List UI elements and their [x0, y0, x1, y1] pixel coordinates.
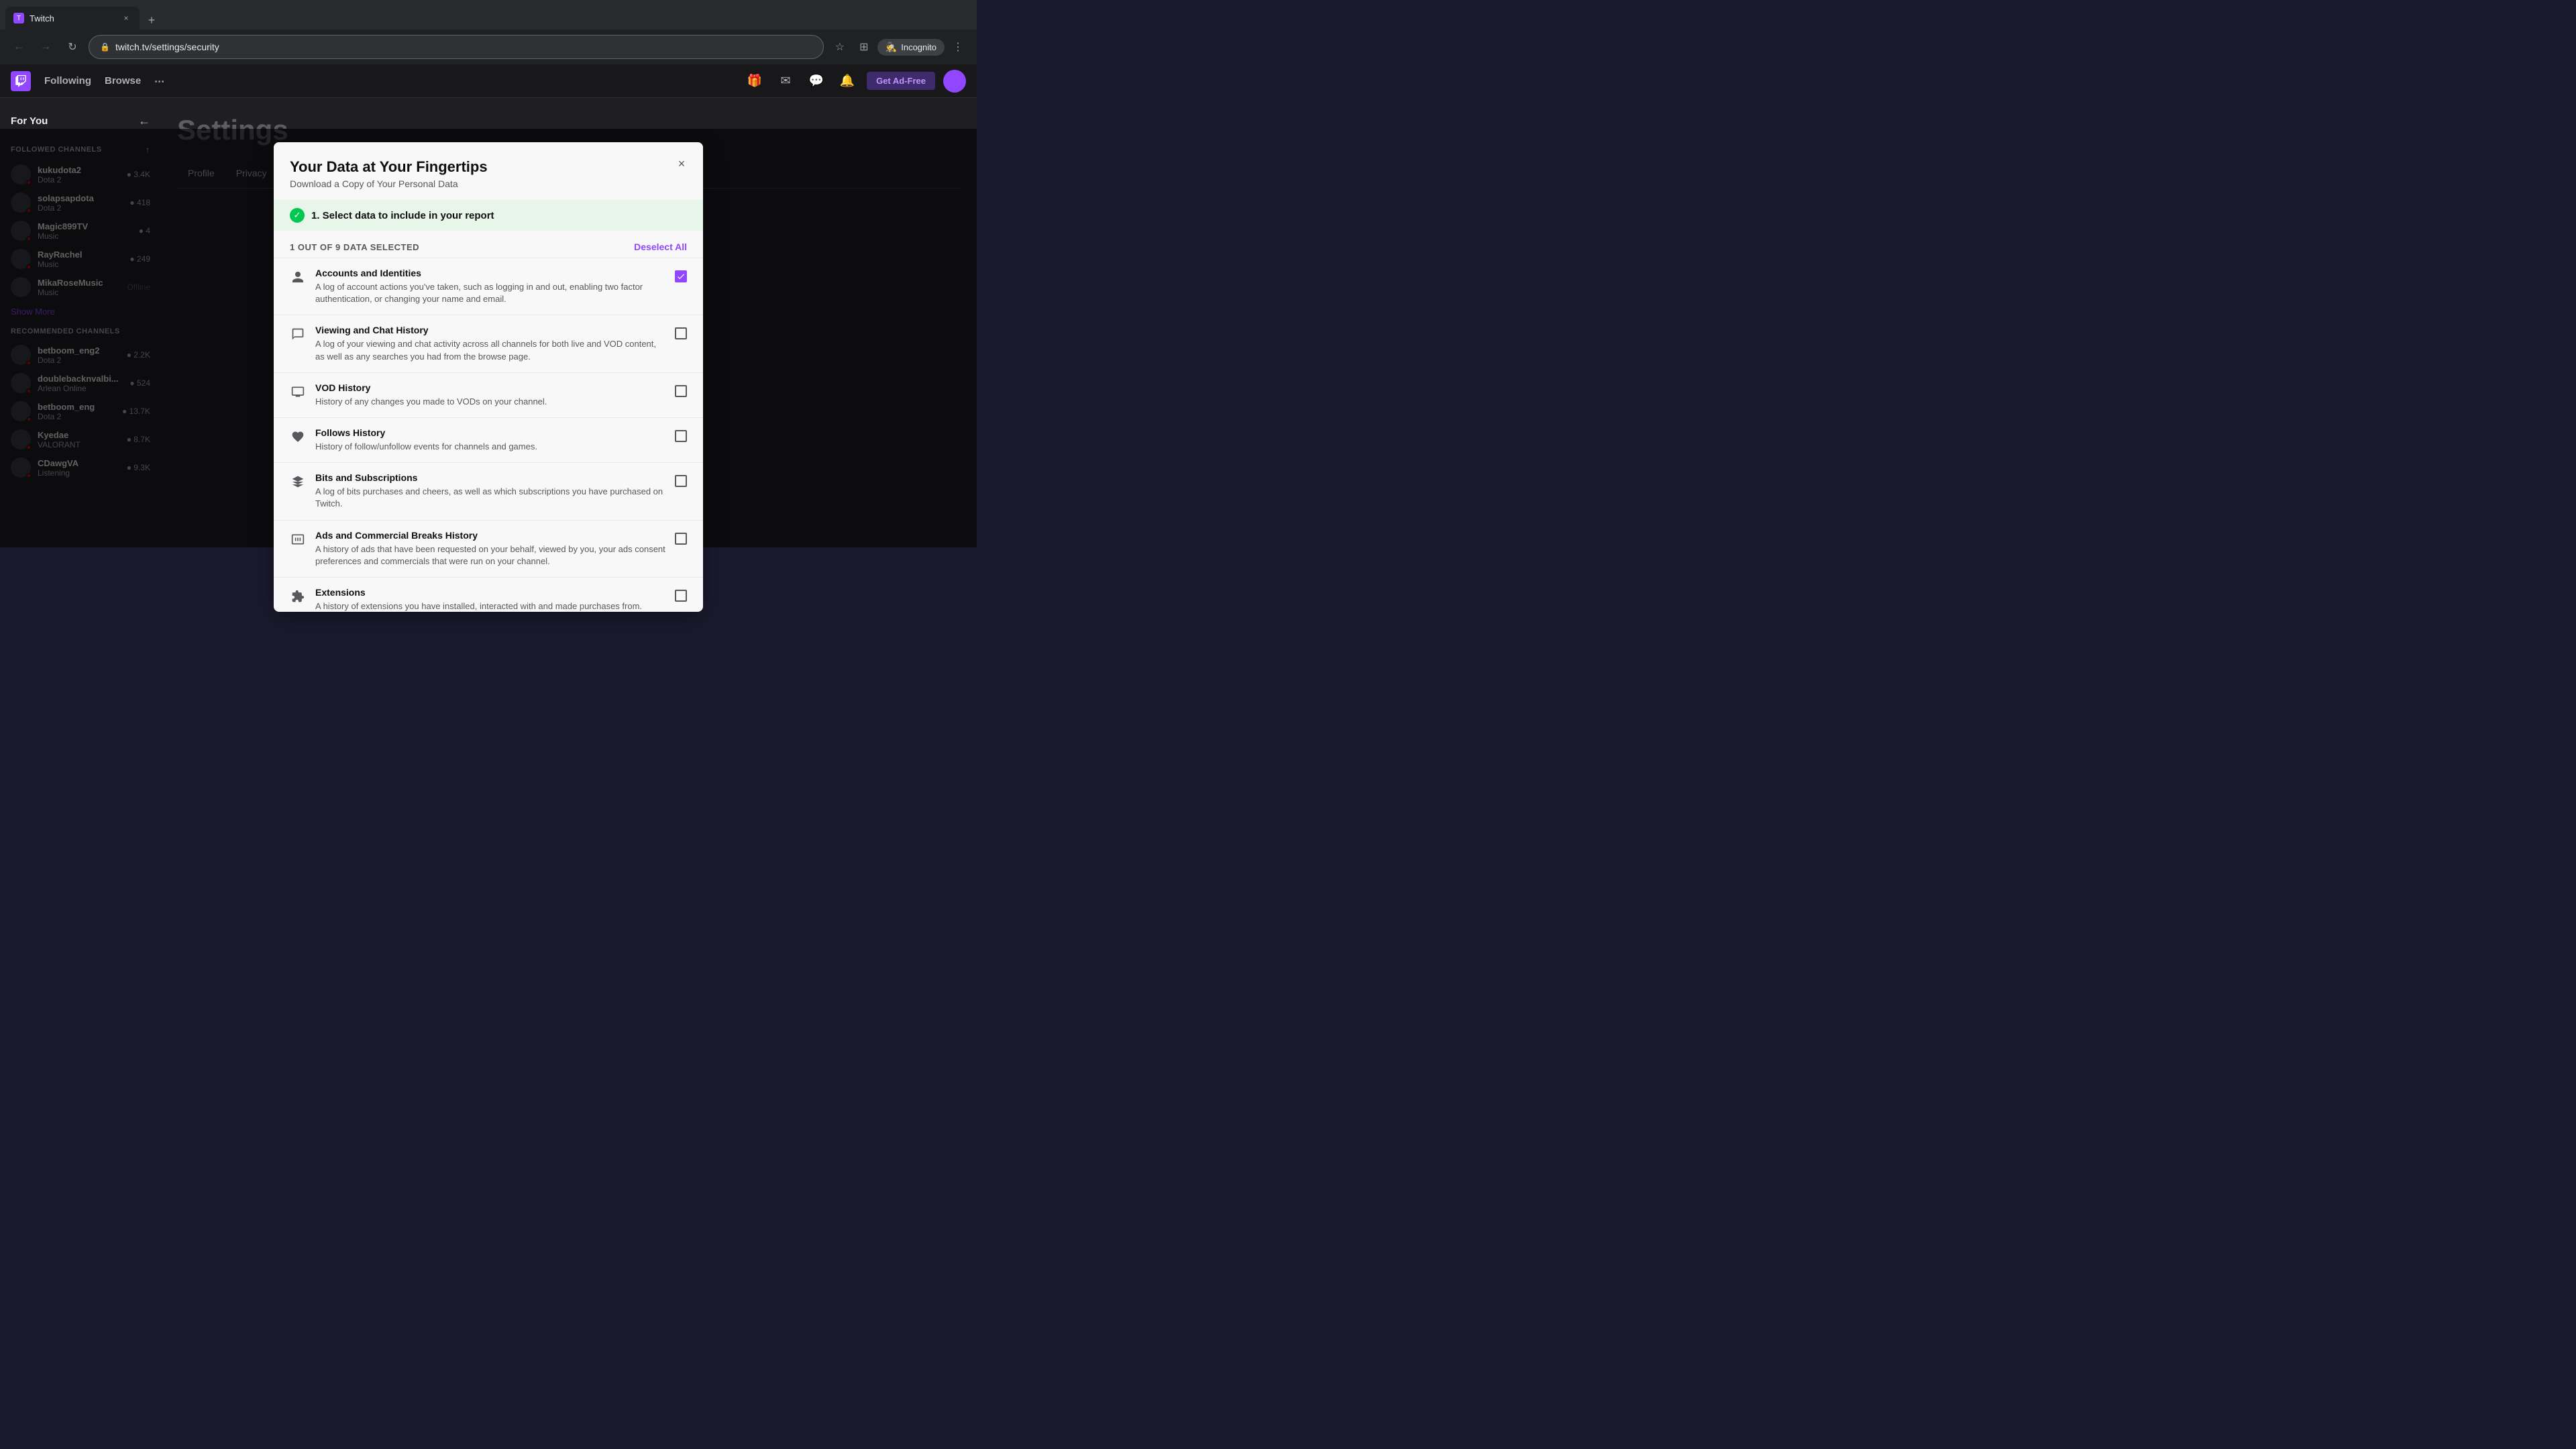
data-item-follows: Follows History History of follow/unfoll… [274, 417, 703, 462]
browser-chrome: T Twitch × + ← → ↻ 🔒 twitch.tv/settings/… [0, 0, 977, 64]
data-item-vod: VOD History History of any changes you m… [274, 372, 703, 417]
extensions-button[interactable]: ⊞ [853, 36, 875, 58]
dialog-body: 1 OUT OF 9 DATA SELECTED Deselect All Ac… [274, 231, 703, 612]
follows-title: Follows History [315, 427, 665, 438]
dialog: × Your Data at Your Fingertips Download … [274, 142, 703, 612]
viewing-desc: A log of your viewing and chat activity … [315, 338, 665, 362]
for-you-label: For You [11, 115, 48, 127]
collapse-icon[interactable]: ← [138, 114, 150, 128]
viewing-icon [290, 326, 306, 342]
dialog-subtitle: Download a Copy of Your Personal Data [290, 178, 687, 189]
bits-icon [290, 474, 306, 490]
lock-icon: 🔒 [100, 42, 110, 52]
accounts-title: Accounts and Identities [315, 268, 665, 278]
vod-desc: History of any changes you made to VODs … [315, 396, 665, 408]
tab-favicon: T [13, 13, 24, 23]
accounts-content: Accounts and Identities A log of account… [315, 268, 665, 305]
step-header: ✓ 1. Select data to include in your repo… [274, 200, 703, 231]
follows-content: Follows History History of follow/unfoll… [315, 427, 665, 453]
messages-button[interactable]: ✉ [774, 70, 797, 93]
extensions-icon [290, 588, 306, 604]
tab-close-button[interactable]: × [121, 13, 131, 23]
dialog-close-button[interactable]: × [671, 153, 692, 174]
nav-following[interactable]: Following [44, 75, 91, 87]
data-item-ads: Ads and Commercial Breaks History A hist… [274, 520, 703, 577]
selection-header: 1 OUT OF 9 DATA SELECTED Deselect All [274, 231, 703, 258]
follows-icon [290, 429, 306, 445]
extensions-checkbox[interactable] [675, 590, 687, 602]
vod-title: VOD History [315, 382, 665, 393]
nav-bar: ← → ↻ 🔒 twitch.tv/settings/security ☆ ⊞ … [0, 30, 977, 64]
star-button[interactable]: ☆ [829, 36, 851, 58]
viewing-content: Viewing and Chat History A log of your v… [315, 325, 665, 362]
data-item-accounts: Accounts and Identities A log of account… [274, 258, 703, 315]
vod-checkbox[interactable] [675, 385, 687, 397]
data-item-viewing: Viewing and Chat History A log of your v… [274, 315, 703, 372]
new-tab-button[interactable]: + [142, 11, 161, 30]
ads-checkbox[interactable] [675, 533, 687, 545]
accounts-icon [290, 269, 306, 285]
twitch-app: Following Browse ⋯ 🎁 ✉ 💬 🔔 Get Ad-Free F… [0, 64, 977, 547]
ads-title: Ads and Commercial Breaks History [315, 530, 665, 541]
data-item-extensions: Extensions A history of extensions you h… [274, 577, 703, 612]
step-label: 1. Select data to include in your report [311, 210, 494, 221]
nav-more[interactable]: ⋯ [154, 75, 164, 87]
viewing-checkbox[interactable] [675, 327, 687, 339]
incognito-badge: 🕵️ Incognito [877, 39, 945, 56]
follows-checkbox[interactable] [675, 430, 687, 442]
tab-bar: T Twitch × + [0, 0, 977, 30]
ads-icon [290, 531, 306, 547]
viewing-title: Viewing and Chat History [315, 325, 665, 335]
vod-icon [290, 384, 306, 400]
data-item-bits: Bits and Subscriptions A log of bits pur… [274, 462, 703, 519]
bits-title: Bits and Subscriptions [315, 472, 665, 483]
address-text: twitch.tv/settings/security [115, 42, 219, 52]
user-avatar[interactable] [943, 70, 966, 93]
reload-button[interactable]: ↻ [62, 36, 83, 58]
notifications-button[interactable]: 🔔 [836, 70, 859, 93]
browser-menu-button[interactable]: ⋮ [947, 36, 969, 58]
extensions-content: Extensions A history of extensions you h… [315, 587, 665, 612]
gifts-button[interactable]: 🎁 [743, 70, 766, 93]
back-button[interactable]: ← [8, 36, 30, 58]
accounts-desc: A log of account actions you've taken, s… [315, 281, 665, 305]
accounts-checkbox[interactable] [675, 270, 687, 282]
twitch-header: Following Browse ⋯ 🎁 ✉ 💬 🔔 Get Ad-Free [0, 64, 977, 98]
chat-button[interactable]: 💬 [805, 70, 828, 93]
deselect-all-button[interactable]: Deselect All [634, 241, 687, 252]
follows-desc: History of follow/unfollow events for ch… [315, 441, 665, 453]
bits-desc: A log of bits purchases and cheers, as w… [315, 486, 665, 510]
address-bar[interactable]: 🔒 twitch.tv/settings/security [89, 35, 824, 59]
dialog-header: Your Data at Your Fingertips Download a … [274, 142, 703, 200]
dialog-title: Your Data at Your Fingertips [290, 158, 687, 176]
ads-desc: A history of ads that have been requeste… [315, 543, 665, 568]
ads-content: Ads and Commercial Breaks History A hist… [315, 530, 665, 568]
header-actions: 🎁 ✉ 💬 🔔 Get Ad-Free [743, 70, 966, 93]
bits-content: Bits and Subscriptions A log of bits pur… [315, 472, 665, 510]
selection-count: 1 OUT OF 9 DATA SELECTED [290, 242, 419, 252]
bits-checkbox[interactable] [675, 475, 687, 487]
twitch-logo[interactable] [11, 71, 31, 91]
active-tab[interactable]: T Twitch × [5, 7, 140, 30]
get-ad-free-button[interactable]: Get Ad-Free [867, 72, 935, 90]
step-check-icon: ✓ [290, 208, 305, 223]
extensions-title: Extensions [315, 587, 665, 598]
nav-browse[interactable]: Browse [105, 75, 141, 87]
forward-button[interactable]: → [35, 36, 56, 58]
vod-content: VOD History History of any changes you m… [315, 382, 665, 408]
dialog-overlay: × Your Data at Your Fingertips Download … [0, 129, 977, 547]
extensions-desc: A history of extensions you have install… [315, 600, 665, 612]
nav-actions: ☆ ⊞ 🕵️ Incognito ⋮ [829, 36, 969, 58]
tab-title: Twitch [30, 13, 115, 23]
